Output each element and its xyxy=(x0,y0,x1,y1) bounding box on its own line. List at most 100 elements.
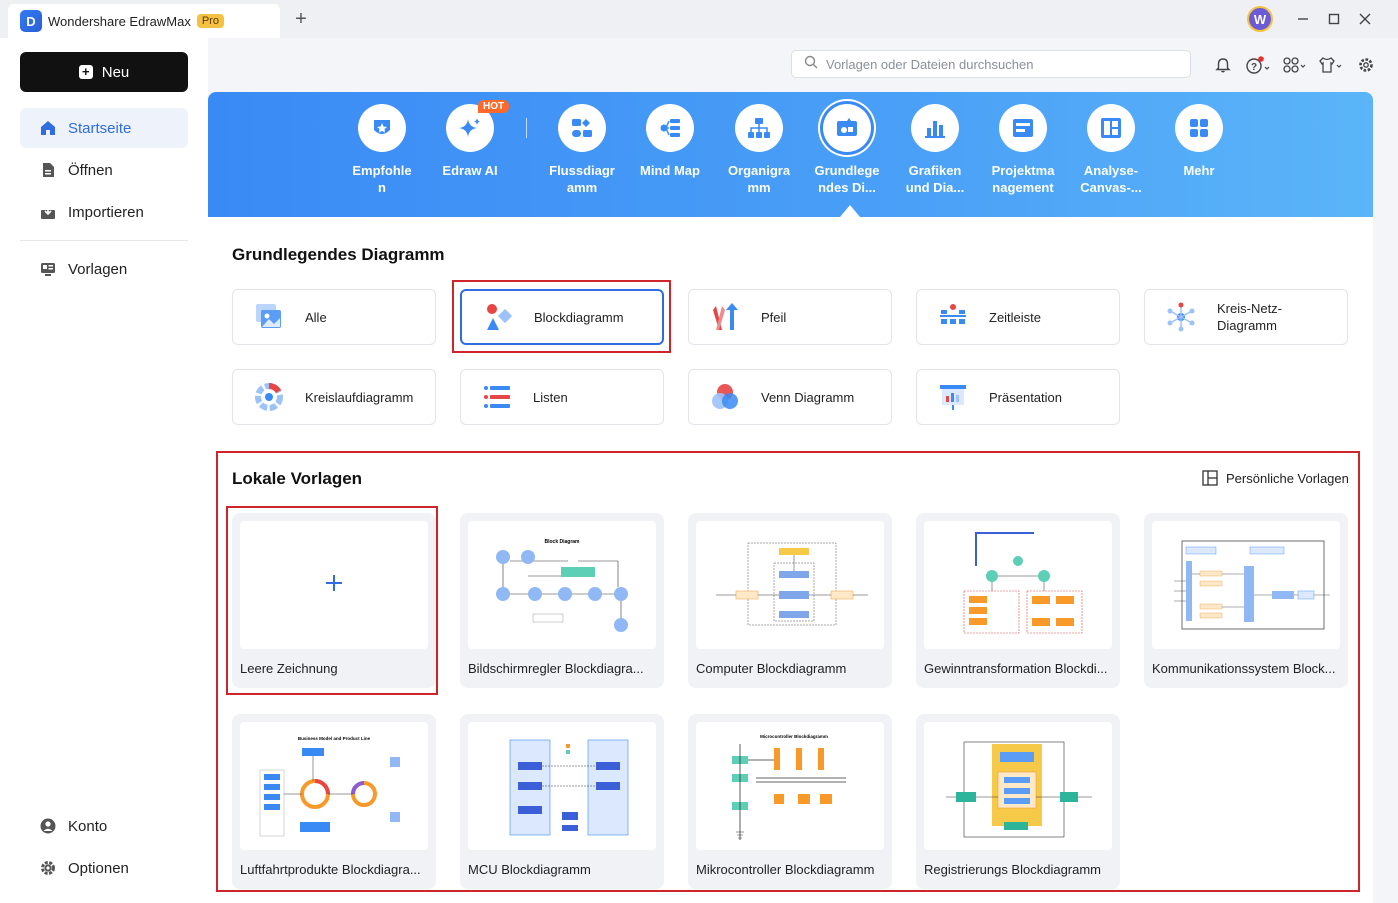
org-chart-icon xyxy=(735,104,783,152)
charts-icon xyxy=(911,104,959,152)
sidebar-item-importieren[interactable]: Importieren xyxy=(20,192,188,232)
new-button[interactable]: + Neu xyxy=(20,52,188,92)
flowchart-icon xyxy=(558,104,606,152)
category-label: Mehr xyxy=(1183,163,1215,178)
category-label: Grundlege ndes Di... xyxy=(814,163,880,195)
sidebar-item-label: Startseite xyxy=(68,119,132,137)
type-card-kreislaufdiagramm[interactable]: Kreislaufdiagramm xyxy=(232,369,436,425)
sidebar-item-vorlagen[interactable]: Vorlagen xyxy=(20,249,188,289)
category-label: Edraw AI xyxy=(442,163,498,178)
new-button-label: Neu xyxy=(101,63,130,81)
category-analyse-canvas[interactable]: Analyse- Canvas-... xyxy=(1071,104,1151,196)
bell-icon[interactable] xyxy=(1212,54,1234,76)
account-icon xyxy=(40,818,56,834)
type-card-label: Kreislaufdiagramm xyxy=(305,389,414,405)
file-icon xyxy=(40,162,56,178)
sidebar-divider xyxy=(20,240,188,241)
sidebar: + Neu Startseite Öffnen Importieren Vorl… xyxy=(0,38,208,903)
search-input[interactable] xyxy=(826,56,1166,72)
arrow-icon xyxy=(709,301,741,333)
type-card-label: Präsentation xyxy=(989,389,1062,405)
minimize-icon[interactable] xyxy=(1290,6,1316,32)
sidebar-item-konto[interactable]: Konto xyxy=(20,806,188,846)
category-edraw-ai[interactable]: HOT Edraw AI xyxy=(430,100,510,179)
type-card-label: Kreis-Netz- Diagramm xyxy=(1217,301,1283,333)
new-tab-button[interactable]: + xyxy=(290,8,312,31)
cycle-icon xyxy=(253,381,285,413)
hot-badge: HOT xyxy=(478,100,510,113)
sidebar-item-oeffnen[interactable]: Öffnen xyxy=(20,150,188,190)
help-icon[interactable]: ? xyxy=(1244,54,1272,76)
type-card-pfeil[interactable]: Pfeil xyxy=(688,289,892,345)
mindmap-icon xyxy=(646,104,694,152)
maximize-icon[interactable] xyxy=(1321,6,1347,32)
category-projektmanagement[interactable]: Projektma nagement xyxy=(983,104,1063,196)
type-card-label: Zeitleiste xyxy=(989,309,1042,325)
type-card-label: Pfeil xyxy=(761,309,787,325)
avatar[interactable]: W xyxy=(1247,6,1273,32)
type-card-praesentation[interactable]: Präsentation xyxy=(916,369,1120,425)
gear-icon xyxy=(40,860,56,876)
category-label: Grafiken und Dia... xyxy=(905,163,965,195)
section-title-basic: Grundlegendes Diagramm xyxy=(232,245,445,264)
list-icon xyxy=(481,381,513,413)
type-card-alle[interactable]: Alle xyxy=(232,289,436,345)
app-tab[interactable]: D Wondershare EdrawMax Pro xyxy=(8,4,280,38)
sidebar-item-label: Optionen xyxy=(68,859,129,877)
sidebar-item-label: Vorlagen xyxy=(68,260,128,278)
category-label: Analyse- Canvas-... xyxy=(1080,163,1142,195)
category-banner: Empfohle n HOT Edraw AI Flussdiagr amm M… xyxy=(208,92,1373,217)
category-label: Flussdiagr amm xyxy=(549,163,615,195)
home-icon xyxy=(40,120,56,136)
venn-icon xyxy=(709,381,741,413)
category-divider xyxy=(526,118,527,138)
category-mind-map[interactable]: Mind Map xyxy=(630,104,710,179)
sidebar-item-label: Konto xyxy=(68,817,108,835)
category-label: Organigra mm xyxy=(727,163,791,195)
edrawmax-logo-icon: D xyxy=(20,10,42,32)
plus-icon: + xyxy=(78,65,93,79)
settings-icon[interactable] xyxy=(1355,54,1377,76)
type-card-label: Listen xyxy=(533,389,568,405)
search-box[interactable] xyxy=(791,50,1191,78)
circle-network-icon xyxy=(1165,301,1197,333)
type-card-kreis-netz[interactable]: Kreis-Netz- Diagramm xyxy=(1144,289,1348,345)
category-label: Empfohle n xyxy=(352,163,412,195)
highlight-box-blank xyxy=(226,506,438,695)
category-grafiken[interactable]: Grafiken und Dia... xyxy=(895,104,975,196)
category-label: Projektma nagement xyxy=(991,163,1055,195)
apps-icon[interactable] xyxy=(1281,54,1309,76)
category-mehr[interactable]: Mehr xyxy=(1159,104,1239,179)
basic-diagram-icon xyxy=(823,104,871,152)
timeline-icon xyxy=(937,301,969,333)
all-icon xyxy=(253,301,285,333)
category-flussdiagramm[interactable]: Flussdiagr amm xyxy=(542,104,622,196)
sidebar-item-startseite[interactable]: Startseite xyxy=(20,108,188,148)
title-bar: D Wondershare EdrawMax Pro + W xyxy=(0,0,1398,38)
close-icon[interactable] xyxy=(1352,6,1378,32)
category-grundlegendes-diagramm[interactable]: Grundlege ndes Di... xyxy=(807,104,887,196)
type-card-zeitleiste[interactable]: Zeitleiste xyxy=(916,289,1120,345)
category-label: Mind Map xyxy=(640,163,700,178)
type-card-label: Venn Diagramm xyxy=(761,389,855,405)
recommended-icon xyxy=(358,104,406,152)
category-empfohlen[interactable]: Empfohle n xyxy=(342,104,422,196)
active-category-pointer xyxy=(840,205,860,217)
canvas-icon xyxy=(1087,104,1135,152)
shirt-icon[interactable] xyxy=(1317,54,1345,76)
project-icon xyxy=(999,104,1047,152)
search-icon xyxy=(804,55,818,74)
app-title: Wondershare EdrawMax xyxy=(48,13,191,29)
type-card-label: Alle xyxy=(305,309,327,325)
sidebar-item-label: Importieren xyxy=(68,203,144,221)
sidebar-item-optionen[interactable]: Optionen xyxy=(20,848,188,888)
templates-icon xyxy=(40,261,56,277)
type-card-venn[interactable]: Venn Diagramm xyxy=(688,369,892,425)
category-organigramm[interactable]: Organigra mm xyxy=(719,104,799,196)
more-icon xyxy=(1175,104,1223,152)
presentation-icon xyxy=(937,381,969,413)
svg-text:?: ? xyxy=(1251,62,1257,73)
highlight-box-blockdiagramm xyxy=(452,280,671,353)
sidebar-item-label: Öffnen xyxy=(68,161,113,179)
type-card-listen[interactable]: Listen xyxy=(460,369,664,425)
